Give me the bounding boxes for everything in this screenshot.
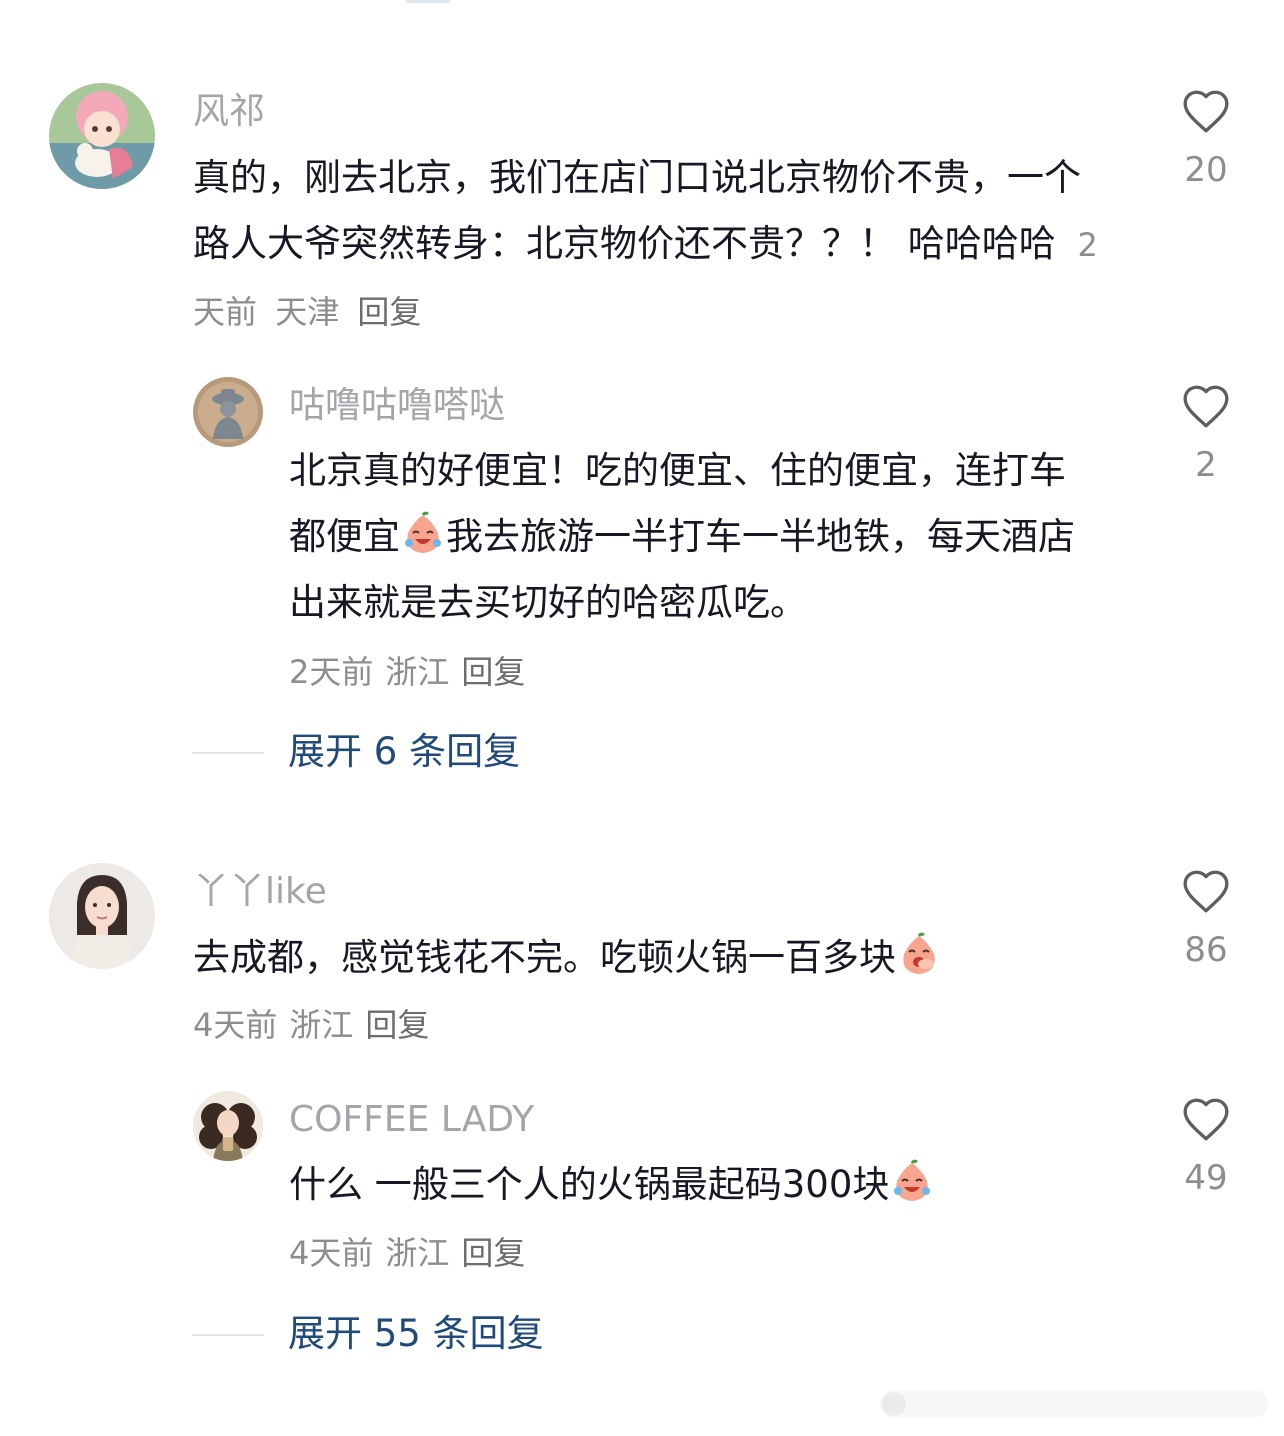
comment-location: 浙江 [385,653,450,691]
comment-location: 浙江 [289,1006,354,1044]
username[interactable]: 咕噜咕噜嗒哒 [289,384,505,428]
avatar[interactable] [193,1091,263,1161]
reply-button[interactable]: 回复 [461,1234,525,1272]
comment-text: 真的，刚去北京，我们在店门口说北京物价不贵，一个路人大爷突然转身：北京物价还不贵… [193,145,1103,345]
like-button[interactable]: 2 [1176,383,1236,485]
comment-meta: 2天前 浙江 回复 [289,652,537,692]
like-count: 2 [1195,445,1217,485]
like-button[interactable]: 86 [1176,868,1236,970]
comment-meta: 4天前 浙江 回复 [193,1005,441,1045]
comment-text: 什么 一般三个人的火锅最起码300块 [289,1152,1099,1218]
like-button[interactable]: 49 [1176,1096,1236,1198]
comment-meta: 4天前 浙江 回复 [289,1233,537,1273]
avatar[interactable] [49,83,155,189]
comment-location: 浙江 [385,1234,450,1272]
heart-icon [1183,90,1229,133]
comment-text-content: 什么 一般三个人的火锅最起码300块 [289,1163,890,1206]
expand-replies-label: 展开 55 条回复 [288,1312,544,1355]
like-button[interactable]: 20 [1176,88,1236,190]
comment-text-content: 去成都，感觉钱花不完。吃顿火锅一百多块 [193,936,896,979]
comment-location: 天津 [275,293,340,331]
heart-icon [1183,385,1229,428]
comment-text-content: 真的，刚去北京，我们在店门口说北京物价不贵，一个路人大爷突然转身：北京物价还不贵… [193,156,1081,265]
comment-time: 2天前 [289,653,374,691]
shy-laugh-emoji-icon [903,932,935,974]
divider [192,1334,264,1336]
woman-avatar-icon [49,863,155,969]
like-count: 20 [1184,150,1228,190]
heart-icon [1183,870,1229,913]
reply-button[interactable]: 回复 [461,653,525,691]
comment-text: 去成都，感觉钱花不完。吃顿火锅一百多块 [193,925,1103,991]
heart-icon [1183,1098,1229,1141]
username[interactable]: 风祁 [193,90,265,134]
coffee-girl-avatar-icon [193,1091,263,1161]
crying-laugh-emoji-icon [405,511,441,553]
expand-replies-label: 展开 6 条回复 [288,730,521,773]
top-scroll-indicator [406,0,450,3]
avatar[interactable] [49,863,155,969]
divider [192,752,264,754]
username[interactable]: COFFEE LADY [289,1098,534,1142]
like-count: 86 [1184,930,1228,970]
statue-avatar-icon [193,377,263,447]
like-count: 49 [1184,1158,1228,1198]
username[interactable]: 丫丫like [193,870,327,914]
anime-girl-avatar-icon [49,83,155,189]
crying-laugh-emoji-icon [894,1159,931,1201]
comment-text: 北京真的好便宜！吃的便宜、住的便宜，连打车都便宜 我去旅游一半打车一半地铁，每天… [289,438,1099,636]
reply-button[interactable]: 回复 [365,1006,429,1044]
reply-button[interactable]: 回复 [357,293,421,331]
avatar[interactable] [193,377,263,447]
comment-time: 4天前 [193,1006,278,1044]
comment-time: 4天前 [289,1234,374,1272]
watermark-icon [880,1390,1268,1418]
